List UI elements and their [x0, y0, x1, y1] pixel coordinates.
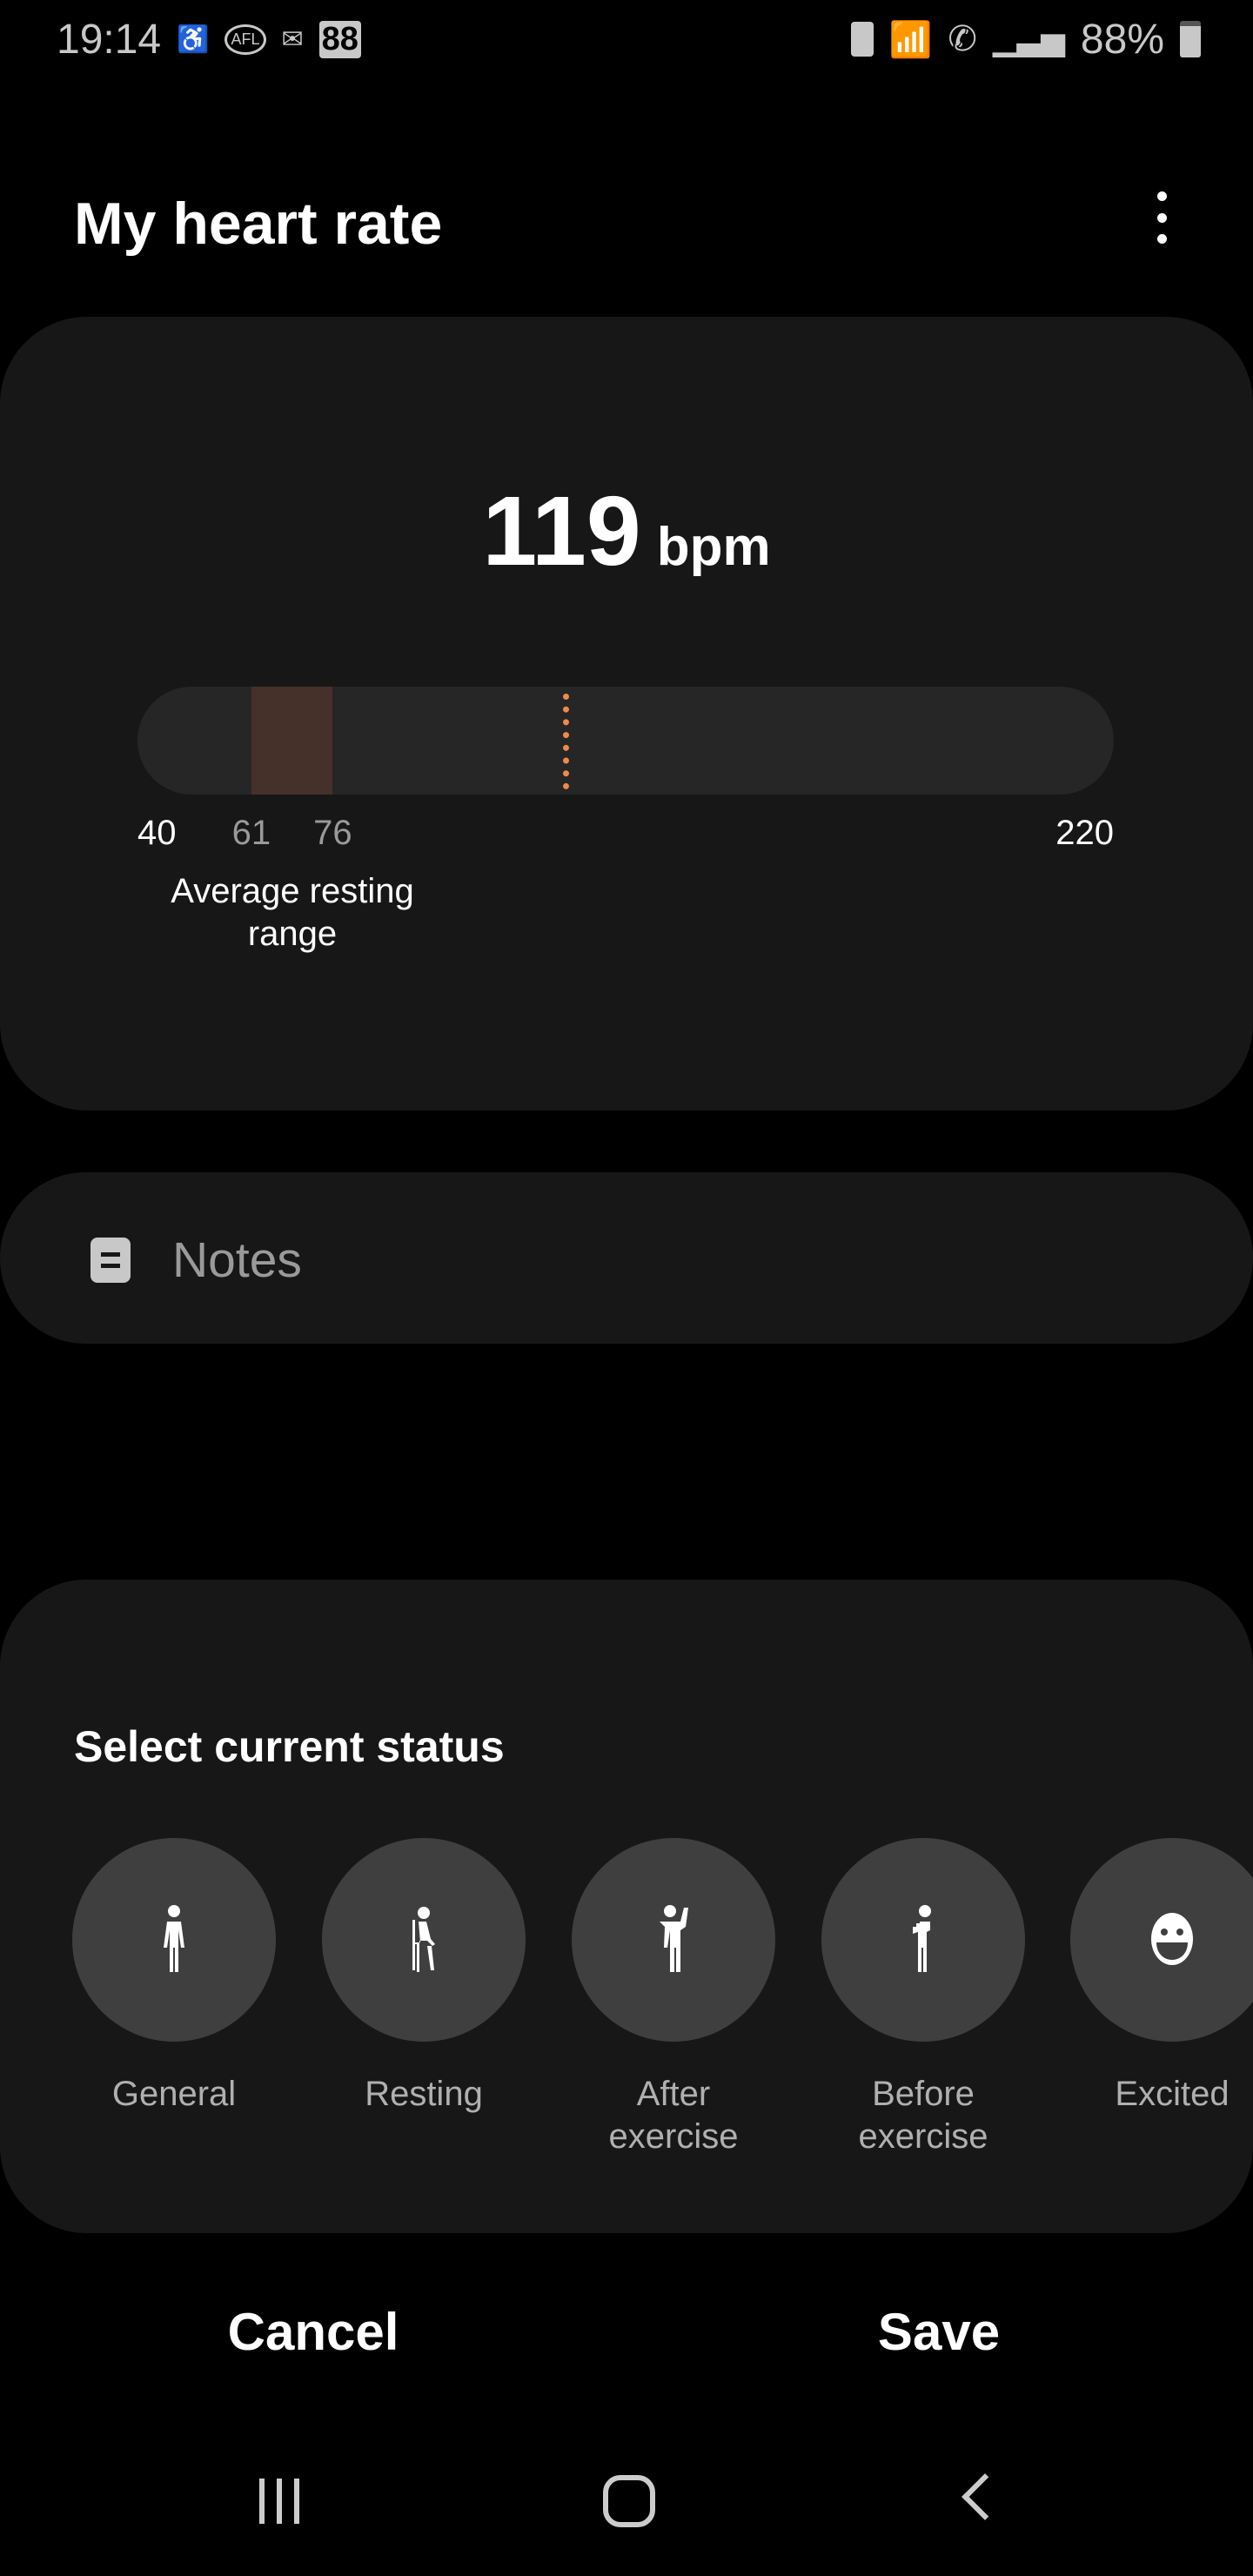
clock: 19:14 [57, 16, 162, 63]
wifi-calling-icon: ✆ [948, 20, 977, 58]
range-min-label: 40 [137, 814, 177, 852]
label-line2: exercise [858, 2117, 988, 2156]
label-line1: General [111, 2075, 237, 2113]
battery-percent: 88% [1080, 16, 1164, 63]
flexing-person-icon [660, 1905, 688, 1972]
standing-person-icon [164, 1905, 184, 1972]
status-option-before[interactable] [821, 1838, 1025, 2042]
notes-placeholder[interactable]: Notes [172, 1231, 302, 1289]
battery-saver-icon [850, 22, 874, 57]
status-option-resting[interactable] [322, 1838, 526, 2042]
status-title: Select current status [74, 1722, 505, 1771]
more-vertical-icon[interactable] [1153, 191, 1170, 244]
heart-rate-unit: bpm [656, 517, 771, 577]
home-icon[interactable] [603, 2475, 655, 2527]
status-option-label: General [61, 2073, 287, 2116]
note-icon [90, 1238, 131, 1283]
resting-low-label: 61 [231, 814, 271, 852]
back-icon[interactable] [962, 2473, 1008, 2520]
range-max-label: 220 [1055, 814, 1114, 852]
range-label-line1: Average resting [171, 872, 414, 910]
heart-rate-range-bar [137, 687, 1114, 795]
outlook-icon: ✉ [281, 24, 304, 54]
accessibility-icon: ♿ [177, 24, 210, 54]
label-line1: After [636, 2075, 711, 2113]
average-resting-range-label: Average resting range [153, 870, 432, 956]
range-label-line2: range [247, 915, 338, 953]
current-value-marker [563, 694, 570, 789]
recents-icon[interactable] [259, 2479, 299, 2524]
status-option-label: After exercise [560, 2073, 787, 2158]
battery-icon [1180, 21, 1201, 57]
smiley-icon [1151, 1913, 1193, 1965]
status-option-general[interactable] [72, 1838, 276, 2042]
status-bar-left: 19:14 ♿ AFL ✉ 88 [57, 9, 361, 70]
label-line1: Resting [365, 2075, 483, 2113]
resting-range-band [251, 687, 333, 795]
sitting-person-icon [412, 1907, 435, 1972]
label-line2: exercise [608, 2117, 739, 2156]
status-option-label: Before exercise [810, 2073, 1036, 2158]
wifi-icon: 📶 [888, 20, 933, 59]
signal-icon: ▁▃▅ [992, 21, 1065, 57]
cancel-button[interactable]: Cancel [228, 2302, 399, 2362]
label-line1: Excited [1115, 2075, 1230, 2113]
heart-rate-reading: 119 bpm [0, 474, 1253, 587]
status-option-after[interactable] [572, 1838, 775, 2042]
calendar-88-icon: 88 [318, 20, 361, 58]
heart-rate-value: 119 [482, 476, 641, 586]
resting-high-label: 76 [313, 814, 352, 852]
status-option-label: Excited [1059, 2073, 1253, 2116]
page-title: My heart rate [74, 191, 443, 257]
save-button[interactable]: Save [878, 2302, 1000, 2362]
stretching-person-icon [913, 1905, 931, 1972]
status-option-label: Resting [311, 2073, 537, 2116]
afl-icon: AFL [224, 23, 266, 55]
label-line1: Before [872, 2075, 975, 2113]
status-bar-right: 📶 ✆ ▁▃▅ 88% [850, 9, 1201, 70]
